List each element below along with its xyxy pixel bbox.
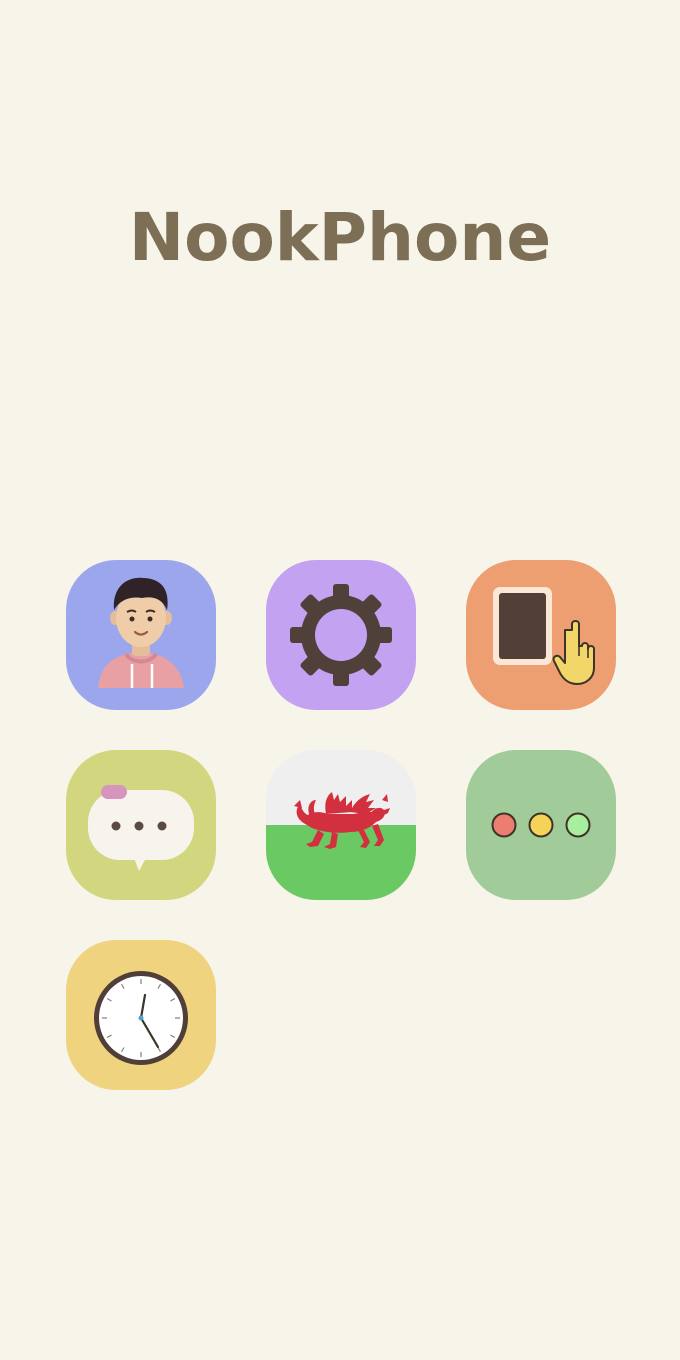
gear-icon [290, 584, 392, 686]
tablet-tap-icon [493, 587, 595, 685]
home-screen: NookPhone [0, 0, 680, 1360]
clock-app-button[interactable] [66, 940, 216, 1090]
profile-avatar-icon [98, 577, 184, 688]
chat-bubble-icon [88, 785, 194, 871]
welsh-dragon-flag-icon [266, 750, 416, 900]
settings-app-button[interactable] [266, 560, 416, 710]
clock-icon [94, 971, 188, 1065]
page-title: NookPhone [128, 199, 552, 276]
profile-app-button[interactable] [66, 560, 216, 710]
wales-flag-app-button[interactable] [266, 750, 416, 900]
device-app-button[interactable] [466, 560, 616, 710]
more-app-button[interactable] [466, 750, 616, 900]
chat-app-button[interactable] [66, 750, 216, 900]
three-dots-icon [491, 812, 591, 838]
